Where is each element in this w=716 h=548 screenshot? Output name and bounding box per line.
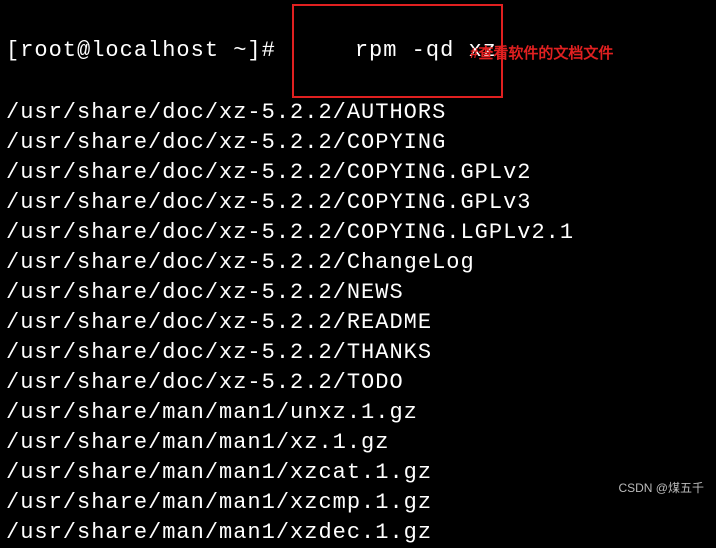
output-line: /usr/share/doc/xz-5.2.2/TODO [6,368,710,398]
output-line: /usr/share/man/man1/unxz.1.gz [6,398,710,428]
output-line: /usr/share/man/man1/xz.1.gz [6,428,710,458]
output-line: /usr/share/man/man1/xzdec.1.gz [6,518,710,548]
output-line: /usr/share/doc/xz-5.2.2/COPYING.GPLv2 [6,158,710,188]
output-line: /usr/share/doc/xz-5.2.2/NEWS [6,278,710,308]
output-line: /usr/share/doc/xz-5.2.2/THANKS [6,338,710,368]
output-line: /usr/share/doc/xz-5.2.2/AUTHORS [6,98,710,128]
watermark: CSDN @煤五千 [618,479,704,496]
output-line: /usr/share/doc/xz-5.2.2/COPYING [6,128,710,158]
output-line: /usr/share/man/man1/xzcmp.1.gz [6,488,710,518]
output-line: /usr/share/doc/xz-5.2.2/COPYING.LGPLv2.1 [6,218,710,248]
output-line: /usr/share/man/man1/xzcat.1.gz [6,458,710,488]
shell-prompt: [root@localhost ~]# [6,36,290,66]
output-line: /usr/share/doc/xz-5.2.2/COPYING.GPLv3 [6,188,710,218]
output-line: /usr/share/doc/xz-5.2.2/ChangeLog [6,248,710,278]
output-line: /usr/share/doc/xz-5.2.2/README [6,308,710,338]
annotation-label: #查看软件的文档文件 [470,42,613,63]
